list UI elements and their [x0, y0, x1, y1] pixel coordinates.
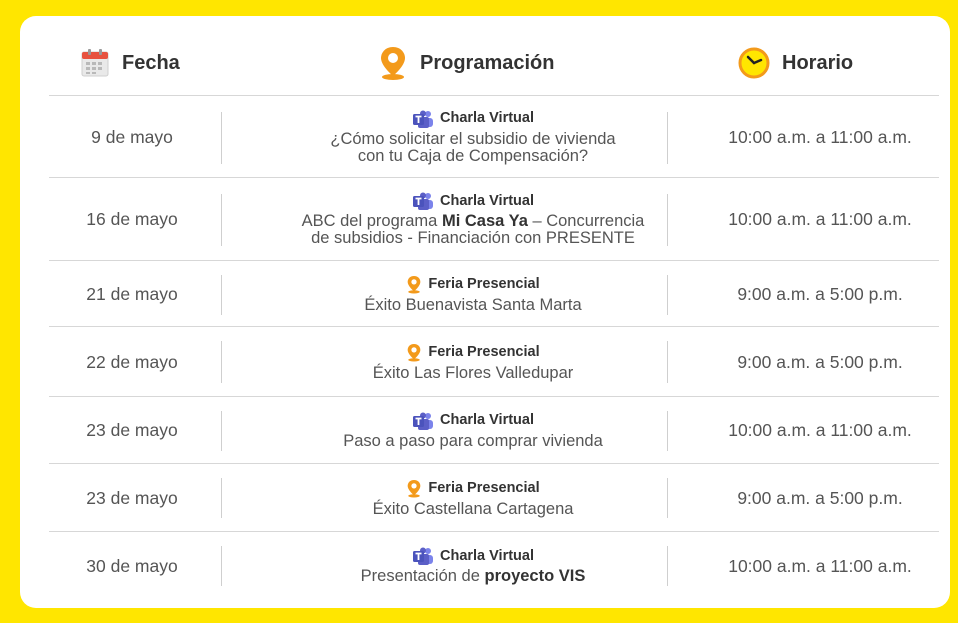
event-kind: Charla Virtual [412, 110, 534, 128]
event-line-1-bold: Mi Casa Ya [441, 212, 528, 230]
row-date: 9 de mayo [91, 126, 173, 147]
row-time: 10:00 a.m. a 11:00 a.m. [728, 209, 912, 229]
row-date: 22 de mayo [86, 351, 178, 372]
table-row: 9 de mayo Charla Virtual ¿Cómo solicitar [49, 95, 939, 178]
divider [221, 275, 222, 315]
row-date: 21 de mayo [86, 283, 178, 304]
teams-icon [412, 547, 434, 565]
event-kind-label: Charla Virtual [439, 192, 535, 209]
schedule-card: Fecha Programación Horario 9 de mayo Cha… [20, 16, 950, 608]
location-pin-icon [406, 479, 422, 498]
table-row: 30 de mayo Charla Virtual Presentación d [49, 531, 939, 600]
header-fecha-label: Fecha [122, 51, 180, 74]
event-line-1-end: – Concurrencia [527, 212, 645, 230]
event-line-2: de subsidios - Financiación con PRESENTE [311, 229, 635, 247]
teams-icon [412, 412, 434, 430]
header-programacion-label: Programación [420, 51, 555, 74]
event-line-1: Presentación de [360, 567, 485, 585]
header-horario-label: Horario [782, 51, 854, 74]
divider [221, 411, 222, 451]
calendar-icon [80, 48, 110, 78]
divider [221, 546, 222, 586]
event-kind: Feria Presencial [406, 343, 540, 362]
event-description: Éxito Castellana Cartagena [372, 499, 574, 518]
event-line-2: con tu Caja de Compensación? [357, 146, 589, 165]
row-time: 10:00 a.m. a 11:00 a.m. [728, 126, 912, 147]
table-row: 23 de mayo Charla Virtual Paso a paso pa… [49, 396, 939, 464]
row-date: 16 de mayo [86, 209, 178, 229]
row-programacion: Charla Virtual Paso a paso para comprar … [251, 397, 695, 464]
event-description: Paso a paso para comprar vivienda [343, 431, 603, 450]
row-date: 23 de mayo [86, 487, 178, 508]
row-programacion: Feria Presencial Éxito Castellana Cartag… [251, 464, 695, 532]
event-kind-label: Charla Virtual [439, 547, 535, 564]
location-pin-icon [406, 343, 422, 362]
event-kind-label: Feria Presencial [428, 343, 540, 360]
event-description: ABC del programa Mi Casa Ya – Concurrenc… [302, 213, 645, 247]
table-row: 23 de mayo Feria Presencial Éxito Castel… [49, 463, 939, 532]
row-programacion: Charla Virtual ABC del programa Mi Casa … [251, 178, 695, 261]
event-kind-label: Charla Virtual [439, 110, 535, 126]
event-kind: Charla Virtual [412, 192, 534, 210]
row-programacion: Charla Virtual ¿Cómo solicitar el subsid… [251, 96, 695, 178]
event-kind-label: Feria Presencial [428, 479, 540, 496]
event-line-1-bold: proyecto VIS [484, 567, 586, 585]
clock-icon [738, 47, 770, 79]
event-kind: Charla Virtual [412, 412, 534, 430]
event-description: Éxito Buenavista Santa Marta [364, 295, 582, 314]
row-time: 9:00 a.m. a 5:00 p.m. [737, 487, 903, 508]
event-description: Éxito Las Flores Valledupar [372, 363, 574, 382]
divider [221, 341, 222, 383]
row-programacion: Charla Virtual Presentación de proyecto … [251, 532, 695, 600]
row-programacion: Feria Presencial Éxito Buenavista Santa … [251, 261, 695, 327]
event-description: ¿Cómo solicitar el subsidio de vivienda … [330, 129, 616, 165]
table-row: 22 de mayo Feria Presencial Éxito Las Fl… [49, 326, 939, 397]
event-kind: Feria Presencial [406, 479, 540, 498]
event-line-1: ABC del programa [301, 212, 442, 230]
event-kind-label: Feria Presencial [428, 275, 540, 292]
location-pin-icon [406, 275, 422, 294]
row-time: 9:00 a.m. a 5:00 p.m. [737, 351, 903, 372]
row-time: 10:00 a.m. a 11:00 a.m. [728, 420, 912, 440]
event-kind: Feria Presencial [406, 275, 540, 294]
divider [221, 112, 222, 164]
row-programacion: Feria Presencial Éxito Las Flores Valled… [251, 327, 695, 397]
teams-icon [412, 192, 434, 210]
event-kind-label: Charla Virtual [439, 412, 535, 428]
row-time: 10:00 a.m. a 11:00 a.m. [728, 555, 912, 576]
divider [221, 194, 222, 246]
event-description: Presentación de proyecto VIS [361, 568, 586, 585]
row-date: 30 de mayo [86, 555, 178, 576]
location-pin-icon [378, 45, 408, 81]
event-line-1: ¿Cómo solicitar el subsidio de vivienda [330, 129, 616, 148]
event-kind: Charla Virtual [412, 547, 534, 565]
table-row: 21 de mayo Feria Presencial Éxito Buenav… [49, 260, 939, 327]
table-row: 16 de mayo Charla Virtual ABC del progra [49, 177, 939, 261]
row-time: 9:00 a.m. a 5:00 p.m. [737, 283, 903, 304]
divider [221, 478, 222, 518]
row-date: 23 de mayo [86, 420, 178, 440]
teams-icon [412, 110, 434, 128]
